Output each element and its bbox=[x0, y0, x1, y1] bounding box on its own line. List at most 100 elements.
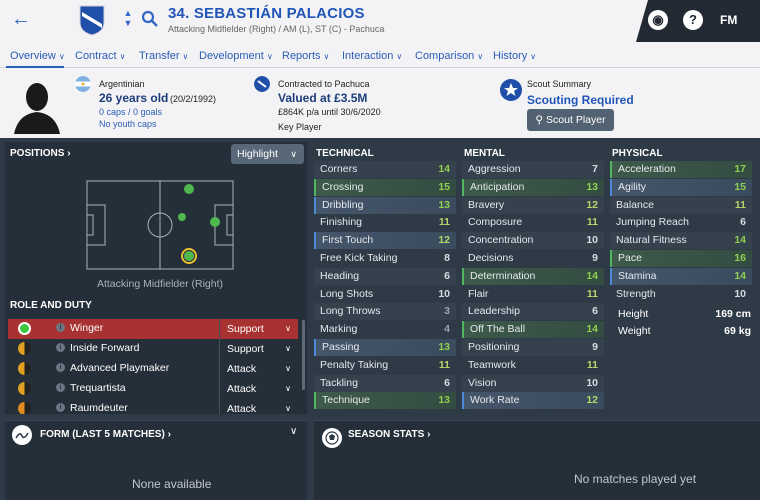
attribute-name: Long Throws bbox=[320, 305, 381, 318]
attribute-value: 12 bbox=[438, 234, 450, 247]
attribute-row: Natural Fitness 14 bbox=[610, 232, 752, 250]
form-empty-text: None available bbox=[132, 477, 212, 491]
tab-label: Overview bbox=[10, 50, 56, 62]
attribute-row: Crossing 15 bbox=[314, 178, 456, 196]
attribute-value: 9 bbox=[592, 252, 598, 264]
attribute-value: 11 bbox=[438, 358, 450, 371]
search-icon[interactable] bbox=[140, 9, 160, 29]
attribute-name: Determination bbox=[470, 269, 536, 282]
attribute-name: Concentration bbox=[468, 234, 534, 247]
duty-dropdown[interactable]: Attack ∨ bbox=[219, 359, 297, 379]
season-empty-text: No matches played yet bbox=[574, 472, 697, 486]
role-row[interactable]: i Advanced Playmaker Attack ∨ bbox=[8, 359, 298, 379]
tab-overview[interactable]: Overview ∨ bbox=[10, 50, 65, 62]
tab-comparison[interactable]: Comparison ∨ bbox=[415, 50, 483, 62]
fm-logo-button[interactable]: FM bbox=[720, 13, 737, 27]
role-name: Inside Forward bbox=[70, 342, 140, 354]
caps-goals[interactable]: 0 caps / 0 goals bbox=[99, 107, 162, 117]
chevron-down-icon[interactable]: ∨ bbox=[290, 426, 297, 437]
scout-player-button[interactable]: ⚲ Scout Player bbox=[527, 109, 614, 131]
info-icon[interactable]: i bbox=[56, 363, 65, 372]
role-name: Trequartista bbox=[70, 382, 126, 394]
attribute-value: 6 bbox=[444, 376, 450, 389]
attribute-name: Long Shots bbox=[320, 287, 374, 300]
attribute-value: 15 bbox=[438, 180, 450, 193]
world-icon[interactable]: ◉ bbox=[648, 10, 668, 30]
attribute-name: Composure bbox=[468, 216, 523, 229]
attribute-name: Teamwork bbox=[468, 358, 516, 371]
tab-transfer[interactable]: Transfer ∨ bbox=[139, 50, 188, 62]
position-dot-am-r bbox=[184, 251, 194, 261]
duty-dropdown[interactable]: Support ∨ bbox=[219, 319, 297, 339]
duty-label: Attack bbox=[227, 363, 257, 375]
tab-history[interactable]: History ∨ bbox=[493, 50, 536, 62]
attribute-value: 13 bbox=[438, 394, 450, 407]
role-row[interactable]: i Inside Forward Support ∨ bbox=[8, 339, 298, 359]
attribute-name: Work Rate bbox=[470, 394, 520, 407]
attribute-row: Long Shots 10 bbox=[314, 285, 456, 303]
attribute-name: Crossing bbox=[322, 180, 364, 193]
chevron-down-icon: ∨ bbox=[119, 52, 126, 61]
tab-development[interactable]: Development ∨ bbox=[199, 50, 273, 62]
back-arrow-icon[interactable]: ← bbox=[8, 6, 34, 32]
page-title: 34. SEBASTIÁN PALACIOS bbox=[168, 5, 365, 22]
tab-contract[interactable]: Contract ∨ bbox=[75, 50, 125, 62]
attribute-value: 10 bbox=[586, 376, 598, 389]
info-icon[interactable]: i bbox=[56, 343, 65, 352]
duty-dropdown[interactable]: Attack ∨ bbox=[219, 379, 297, 399]
attribute-name: Positioning bbox=[468, 341, 520, 353]
info-icon[interactable]: i bbox=[56, 403, 65, 412]
attribute-value: 8 bbox=[444, 252, 450, 264]
attribute-row: Anticipation 13 bbox=[462, 178, 604, 196]
attribute-row: Long Throws 3 bbox=[314, 303, 456, 321]
player-switch-arrows[interactable]: ▲ ▼ bbox=[122, 8, 134, 28]
chevron-up-icon[interactable]: ▲ bbox=[122, 8, 134, 18]
attribute-name: Free Kick Taking bbox=[320, 252, 398, 264]
tab-reports[interactable]: Reports ∨ bbox=[282, 50, 329, 62]
position-dot-am-l bbox=[184, 184, 194, 194]
positions-title[interactable]: POSITIONS › bbox=[10, 148, 71, 159]
role-row[interactable]: i Winger Support ∨ bbox=[8, 319, 298, 339]
attribute-row: Teamwork 11 bbox=[462, 356, 604, 374]
help-icon[interactable]: ? bbox=[683, 10, 703, 30]
tab-interaction[interactable]: Interaction ∨ bbox=[342, 50, 402, 62]
attribute-row: Tackling 6 bbox=[314, 374, 456, 392]
role-row[interactable]: i Raumdeuter Attack ∨ bbox=[8, 399, 298, 414]
attribute-row: Agility 15 bbox=[610, 178, 752, 196]
weight-label: Weight bbox=[618, 325, 651, 337]
role-row[interactable]: i Trequartista Attack ∨ bbox=[8, 379, 298, 399]
player-avatar bbox=[14, 83, 60, 134]
chevron-down-icon: ∨ bbox=[58, 52, 65, 61]
positions-title-text: POSITIONS bbox=[10, 148, 65, 159]
position-dot-am-c bbox=[178, 213, 186, 221]
attribute-name: Tackling bbox=[320, 376, 358, 389]
contract-club[interactable]: Contracted to Pachuca bbox=[278, 79, 370, 89]
chevron-down-icon: ∨ bbox=[182, 52, 189, 61]
chevron-down-icon: ∨ bbox=[530, 52, 537, 61]
attribute-name: Marking bbox=[320, 323, 358, 336]
highlight-dropdown[interactable]: Highlight ∨ bbox=[231, 144, 304, 164]
youth-caps[interactable]: No youth caps bbox=[99, 119, 157, 129]
info-icon[interactable]: i bbox=[56, 323, 65, 332]
mental-title: MENTAL bbox=[464, 148, 505, 159]
attribute-row: Decisions 9 bbox=[462, 250, 604, 267]
tab-label: History bbox=[493, 50, 528, 62]
tab-label: Interaction bbox=[342, 50, 394, 62]
date-of-birth: (20/2/1992) bbox=[170, 94, 217, 104]
attribute-name: Natural Fitness bbox=[616, 234, 687, 247]
attribute-row: Marking 4 bbox=[314, 321, 456, 339]
duty-dropdown[interactable]: Support ∨ bbox=[219, 339, 297, 359]
season-stats-title[interactable]: SEASON STATS › bbox=[348, 429, 430, 440]
chevron-down-icon: ∨ bbox=[285, 384, 291, 393]
duty-dropdown[interactable]: Attack ∨ bbox=[219, 399, 297, 414]
role-suitability-icon bbox=[18, 342, 31, 355]
chevron-right-icon: › bbox=[167, 429, 171, 440]
attribute-value: 11 bbox=[438, 216, 450, 229]
attribute-name: Dribbling bbox=[322, 198, 364, 211]
attribute-name: Anticipation bbox=[470, 180, 525, 193]
chevron-down-icon[interactable]: ▼ bbox=[122, 18, 134, 28]
info-icon[interactable]: i bbox=[56, 383, 65, 392]
form-title[interactable]: FORM (LAST 5 MATCHES) › bbox=[40, 429, 171, 440]
highlight-label: Highlight bbox=[237, 148, 278, 160]
roles-scrollbar[interactable] bbox=[302, 320, 305, 390]
